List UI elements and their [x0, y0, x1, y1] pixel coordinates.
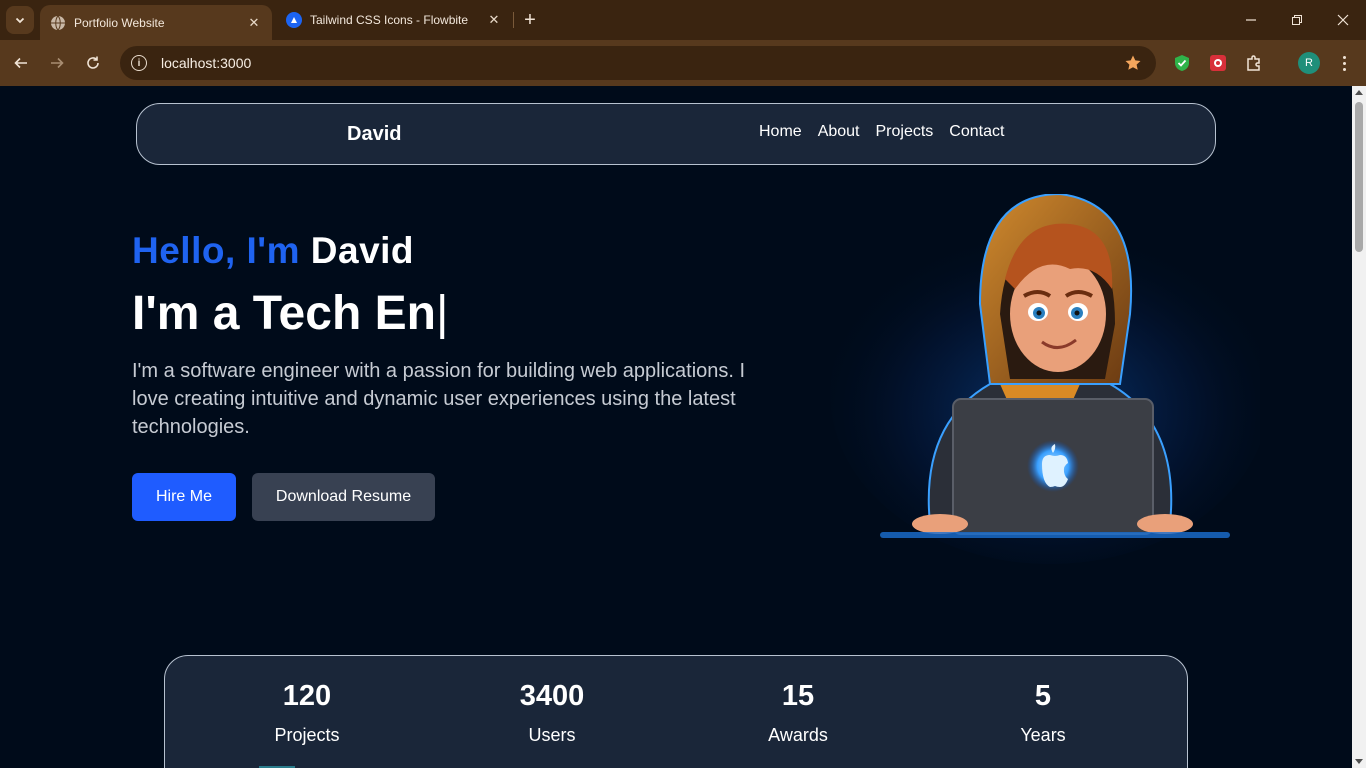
stat-value: 3400 — [519, 680, 585, 712]
site-brand[interactable]: David — [347, 123, 401, 146]
stat-projects: 120 Projects — [207, 680, 407, 746]
stat-label: Projects — [274, 725, 340, 745]
back-button[interactable] — [8, 50, 34, 76]
stat-value: 5 — [1034, 680, 1052, 712]
minimize-icon — [1246, 19, 1256, 21]
hero-name: David — [310, 230, 415, 271]
stat-value: 120 — [282, 680, 332, 712]
shield-extension-icon[interactable] — [1171, 52, 1193, 74]
restore-icon — [1292, 15, 1302, 25]
page-scrollbar[interactable] — [1352, 86, 1366, 768]
profile-avatar[interactable]: R — [1298, 52, 1320, 74]
scroll-up-icon[interactable] — [1355, 90, 1363, 95]
site-navbar: David Home About Projects Contact — [136, 103, 1216, 165]
chevron-down-icon — [15, 17, 25, 24]
restore-button[interactable] — [1274, 0, 1320, 40]
puzzle-icon[interactable] — [1243, 52, 1265, 74]
tab-strip: Portfolio Website ✕ Tailwind CSS Icons -… — [0, 0, 1366, 40]
developer-illustration — [830, 194, 1260, 564]
globe-icon — [50, 15, 66, 31]
stat-users: 3400 Users — [452, 680, 652, 746]
stats-panel: 120 Projects 3400 Users 15 Awards 5 Year… — [164, 655, 1188, 768]
close-icon[interactable]: ✕ — [244, 13, 264, 33]
tab-portfolio[interactable]: Portfolio Website ✕ — [40, 5, 272, 40]
new-tab-button[interactable]: + — [518, 8, 542, 32]
download-resume-button[interactable]: Download Resume — [252, 473, 435, 521]
stat-value: 15 — [781, 680, 815, 712]
nav-link-projects[interactable]: Projects — [876, 123, 934, 141]
stat-label: Years — [1020, 725, 1066, 745]
back-icon — [14, 57, 27, 69]
forward-button[interactable] — [44, 50, 70, 76]
typed-headline: I'm a Tech En| — [132, 286, 448, 341]
reload-button[interactable] — [80, 50, 106, 76]
tab-flowbite[interactable]: Tailwind CSS Icons - Flowbite ✕ — [276, 0, 512, 40]
nav-links: Home About Projects Contact — [759, 123, 1004, 141]
page-viewport: David Home About Projects Contact Hello,… — [0, 86, 1352, 768]
scroll-down-icon[interactable] — [1355, 759, 1363, 764]
forward-icon — [51, 57, 64, 69]
minimize-button[interactable] — [1228, 0, 1274, 40]
flowbite-icon — [286, 12, 302, 28]
nav-link-contact[interactable]: Contact — [949, 123, 1004, 141]
browser-toolbar: i localhost:3000 R — [0, 40, 1366, 86]
tab-search-button[interactable] — [6, 6, 34, 34]
tab-title: Tailwind CSS Icons - Flowbite — [310, 13, 469, 27]
plus-icon: + — [524, 8, 536, 31]
nav-link-about[interactable]: About — [818, 123, 860, 141]
close-icon[interactable]: ✕ — [484, 10, 504, 30]
hire-me-button[interactable]: Hire Me — [132, 473, 236, 521]
nav-link-home[interactable]: Home — [759, 123, 802, 141]
typing-caret: | — [435, 287, 449, 340]
stat-label: Users — [528, 725, 576, 745]
greeting-text: Hello, I'm — [132, 230, 300, 271]
hero-greeting: Hello, I'm David — [132, 230, 414, 272]
url-text: localhost:3000 — [161, 55, 252, 71]
tab-separator — [513, 12, 514, 28]
stat-years: 5 Years — [943, 680, 1143, 746]
tab-title: Portfolio Website — [74, 15, 165, 30]
info-icon[interactable]: i — [131, 55, 147, 71]
address-bar[interactable]: i localhost:3000 — [120, 46, 1156, 80]
kebab-icon[interactable] — [1334, 52, 1354, 74]
hero-bio: I'm a software engineer with a passion f… — [132, 360, 746, 438]
reload-icon — [87, 56, 99, 69]
typed-text: I'm a Tech En — [132, 287, 436, 340]
close-window-button[interactable] — [1320, 0, 1366, 40]
extension-icon[interactable] — [1207, 52, 1229, 74]
stat-awards: 15 Awards — [698, 680, 898, 746]
star-icon[interactable] — [1124, 54, 1142, 77]
close-icon — [1337, 14, 1349, 26]
scrollbar-thumb[interactable] — [1355, 102, 1363, 252]
stat-label: Awards — [768, 725, 828, 745]
